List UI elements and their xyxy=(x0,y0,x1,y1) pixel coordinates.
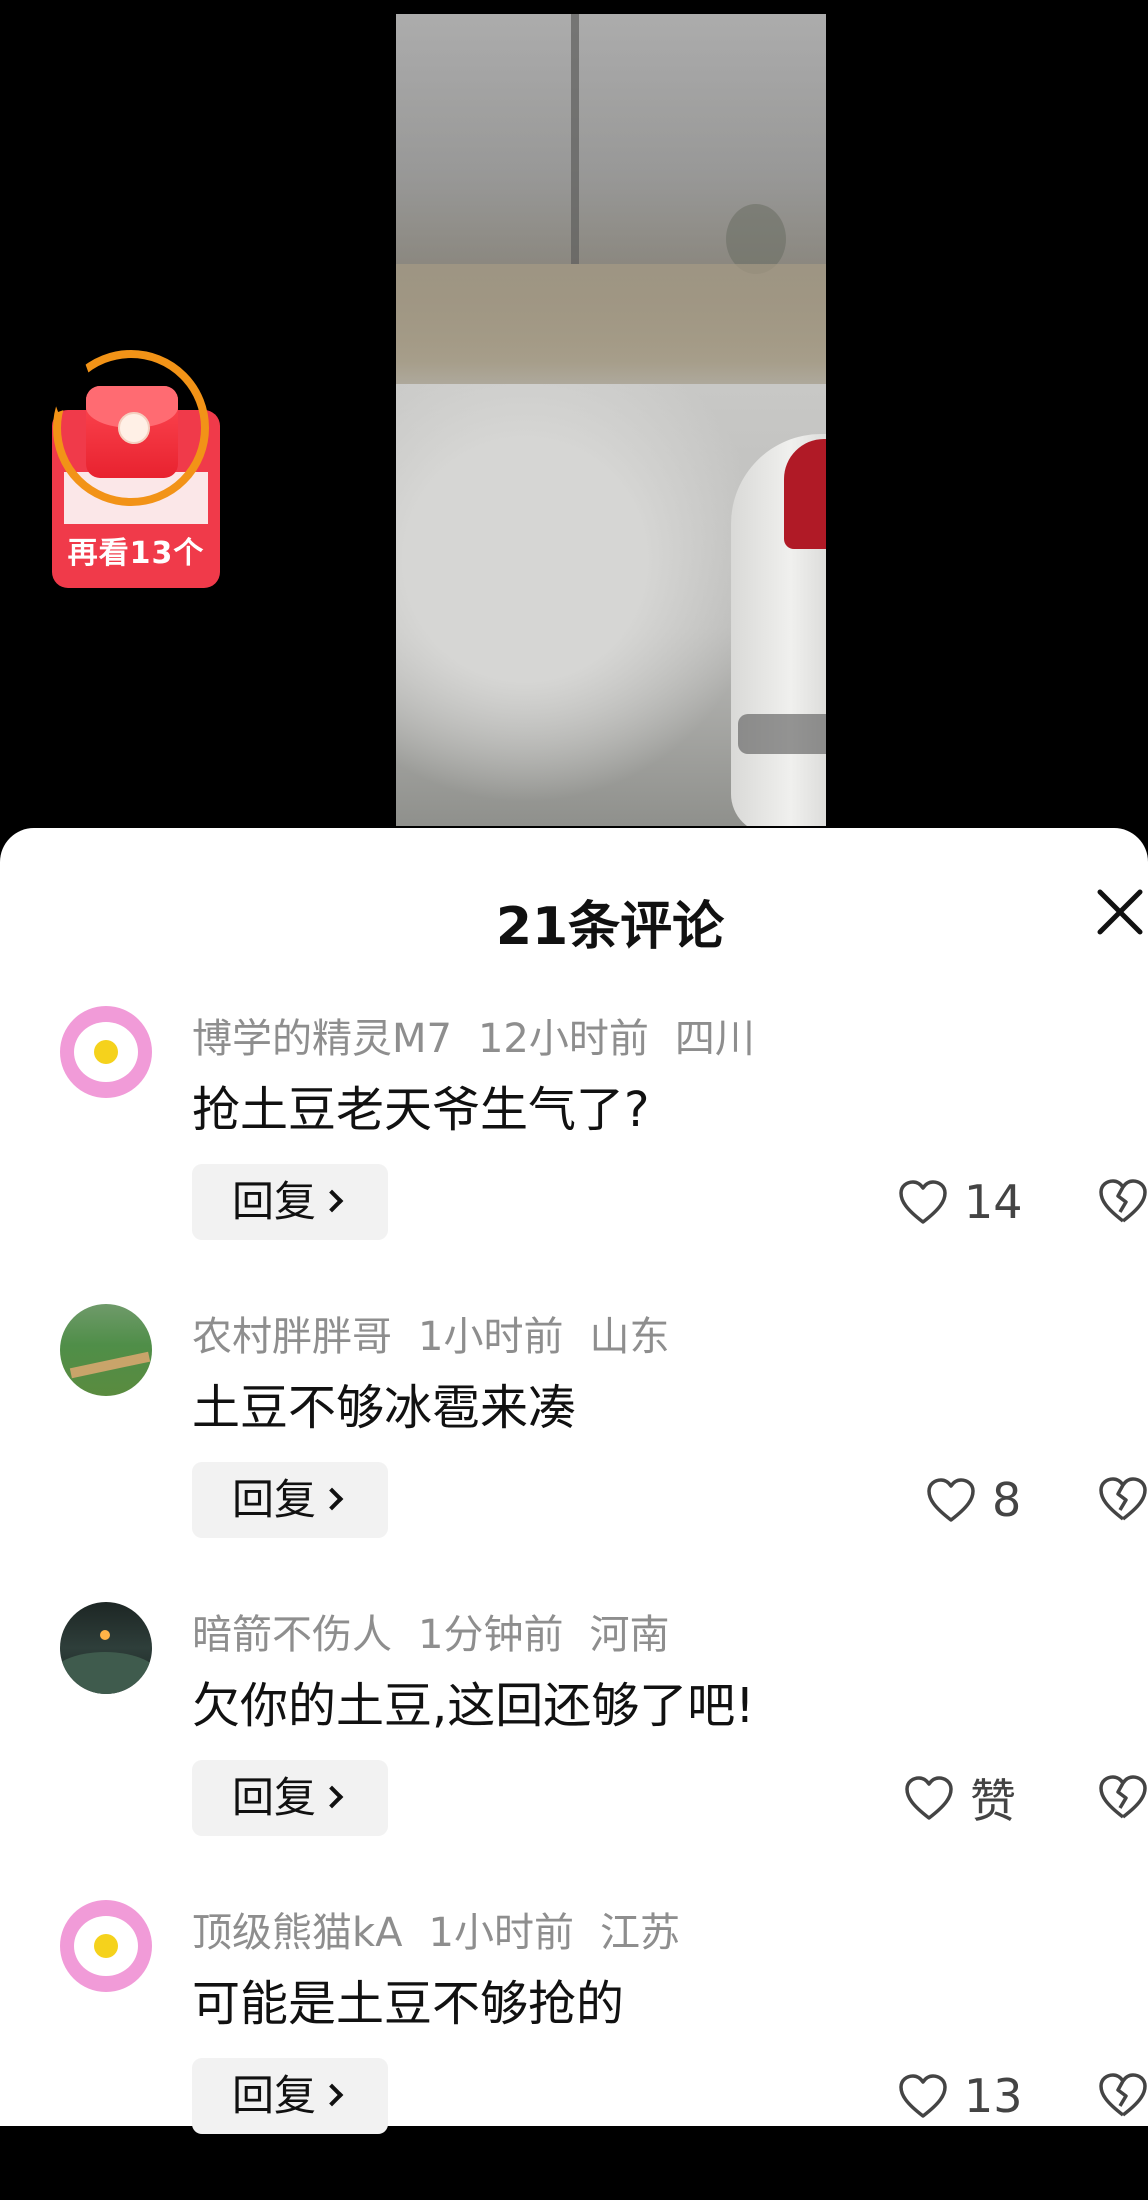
comment-meta: 博学的精灵M7 12小时前 四川 xyxy=(192,1006,781,1062)
reply-label: 回复 xyxy=(232,1773,317,1822)
comment-username[interactable]: 暗箭不伤人 xyxy=(192,1612,392,1658)
like-button[interactable]: 8 xyxy=(926,1470,1021,1530)
avatar[interactable] xyxy=(60,1006,152,1098)
comment-time: 12小时前 xyxy=(477,1016,649,1062)
comment-item: 农村胖胖哥 1小时前 山东 土豆不够冰雹来凑 回复 8 xyxy=(0,1304,1148,1604)
close-icon xyxy=(1097,889,1143,935)
video-car-bumper xyxy=(738,714,826,754)
comment-username[interactable]: 博学的精灵M7 xyxy=(192,1016,452,1062)
like-button[interactable]: 14 xyxy=(898,1172,1023,1232)
night-avatar-hill xyxy=(60,1652,152,1694)
comment-time: 1小时前 xyxy=(418,1314,564,1360)
like-button[interactable]: 13 xyxy=(898,2066,1023,2126)
comment-count-title: 21条评论 xyxy=(495,897,725,957)
comment-text: 可能是土豆不够抢的 xyxy=(192,1976,625,2032)
heart-icon xyxy=(899,1180,947,1224)
broken-heart-icon[interactable] xyxy=(1098,1772,1148,1822)
comment-location: 河南 xyxy=(589,1612,670,1658)
like-button[interactable]: 赞 xyxy=(904,1768,1016,1828)
comment-username[interactable]: 农村胖胖哥 xyxy=(192,1314,392,1360)
comment-text: 欠你的土豆,这回还够了吧! xyxy=(192,1678,755,1734)
video-pole xyxy=(571,14,579,264)
reply-button[interactable]: 回复 xyxy=(192,2058,388,2134)
comment-username[interactable]: 顶级熊猫kA xyxy=(192,1910,403,1956)
broken-heart-icon[interactable] xyxy=(1098,1474,1148,1524)
comment-location: 江苏 xyxy=(599,1910,680,1956)
red-envelope-icon xyxy=(86,386,178,478)
comment-item: 暗箭不伤人 1分钟前 河南 欠你的土豆,这回还够了吧! 回复 赞 xyxy=(0,1602,1148,1902)
reply-button[interactable]: 回复 xyxy=(192,1462,388,1538)
video-grass xyxy=(396,264,826,404)
chevron-right-icon xyxy=(320,2083,344,2106)
avatar[interactable] xyxy=(60,1900,152,1992)
broken-heart-icon[interactable] xyxy=(1098,2070,1148,2120)
egg-avatar-yolk xyxy=(94,1934,118,1958)
video-player[interactable]: 再看13个 xyxy=(0,0,1148,830)
comment-text: 土豆不够冰雹来凑 xyxy=(192,1380,577,1436)
video-car-taillight xyxy=(784,439,826,549)
heart-icon xyxy=(927,1478,975,1522)
avatar[interactable] xyxy=(60,1602,152,1694)
red-packet-widget[interactable]: 再看13个 xyxy=(44,350,222,590)
reply-label: 回复 xyxy=(232,1177,317,1226)
comment-time: 1分钟前 xyxy=(418,1612,564,1658)
close-button[interactable] xyxy=(1092,884,1148,940)
comment-item: 顶级熊猫kA 1小时前 江苏 可能是土豆不够抢的 回复 13 xyxy=(0,1900,1148,2200)
comment-text: 抢土豆老天爷生气了? xyxy=(192,1082,650,1138)
chevron-right-icon xyxy=(320,1785,344,1808)
comment-time: 1小时前 xyxy=(428,1910,574,1956)
like-count: 赞 xyxy=(970,1774,1016,1828)
red-packet-label: 再看13个 xyxy=(67,536,205,571)
comment-sheet: 21条评论 博学的精灵M7 12小时前 四川 抢土豆老天爷生气了? 回复 14 农村… xyxy=(0,828,1148,2134)
video-frame[interactable] xyxy=(396,14,826,826)
comment-meta: 顶级熊猫kA 1小时前 江苏 xyxy=(192,1900,706,1956)
field-avatar-road xyxy=(69,1351,151,1379)
comment-meta: 农村胖胖哥 1小时前 山东 xyxy=(192,1304,695,1360)
egg-avatar-yolk xyxy=(94,1040,118,1064)
reply-button[interactable]: 回复 xyxy=(192,1760,388,1836)
comment-meta: 暗箭不伤人 1分钟前 河南 xyxy=(192,1602,695,1658)
heart-icon xyxy=(899,2074,947,2118)
broken-heart-icon[interactable] xyxy=(1098,1176,1148,1226)
reply-label: 回复 xyxy=(232,2071,317,2120)
comment-item: 博学的精灵M7 12小时前 四川 抢土豆老天爷生气了? 回复 14 xyxy=(0,1006,1148,1306)
night-avatar-light xyxy=(100,1630,110,1640)
chevron-right-icon xyxy=(320,1487,344,1510)
like-count: 8 xyxy=(992,1473,1022,1527)
comment-location: 山东 xyxy=(589,1314,670,1360)
like-count: 13 xyxy=(964,2069,1023,2123)
reply-label: 回复 xyxy=(232,1475,317,1524)
heart-icon xyxy=(905,1776,953,1820)
avatar[interactable] xyxy=(60,1304,152,1396)
comment-location: 四川 xyxy=(674,1016,755,1062)
reply-button[interactable]: 回复 xyxy=(192,1164,388,1240)
chevron-right-icon xyxy=(320,1189,344,1212)
like-count: 14 xyxy=(964,1175,1023,1229)
red-envelope-coin xyxy=(118,412,150,444)
